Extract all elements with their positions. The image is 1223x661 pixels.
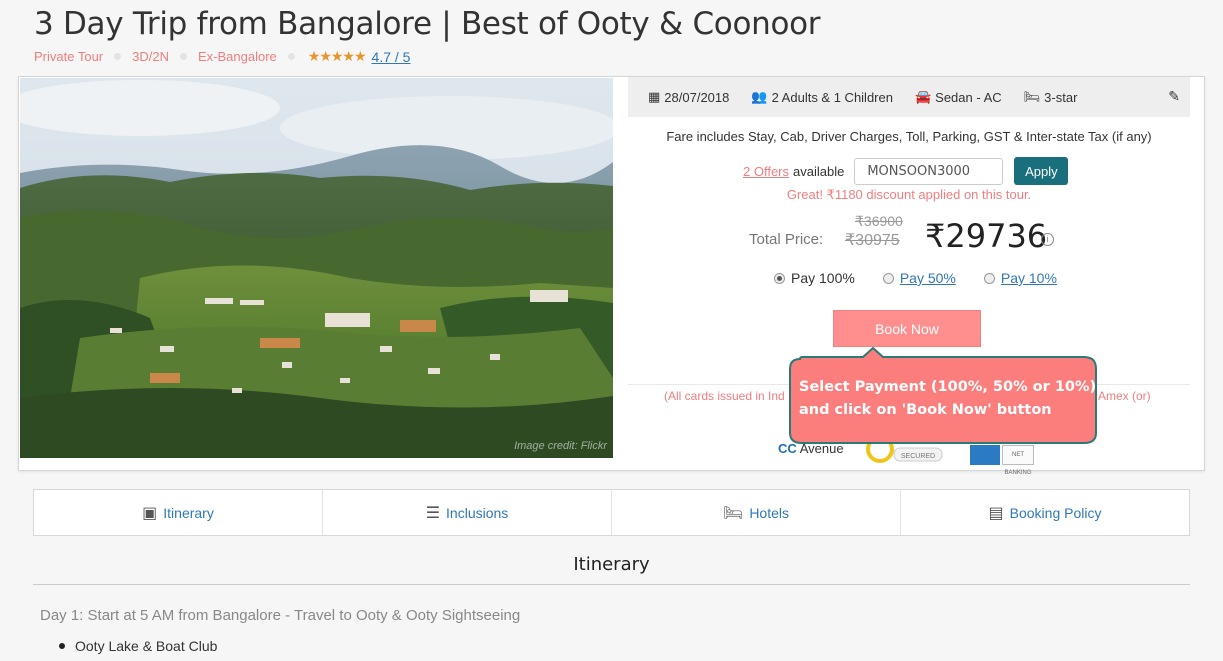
- bed-icon: 🛏: [1023, 89, 1041, 104]
- trip-travellers: 👥 2 Adults & 1 Children: [751, 89, 893, 105]
- trip-date: ▦ 28/07/2018: [648, 89, 730, 105]
- cards-note-left: (All cards issued in Ind: [664, 389, 785, 403]
- separator-dot: [114, 53, 122, 60]
- pay-option-50[interactable]: Pay 50%: [882, 270, 956, 286]
- previous-price: ₹30975: [845, 232, 900, 249]
- pay-option-10[interactable]: Pay 10%: [983, 270, 1057, 286]
- total-price-label: Total Price:: [749, 231, 824, 248]
- tab-inclusions[interactable]: ☰ Inclusions: [323, 490, 612, 535]
- tag-private-tour: Private Tour: [34, 49, 104, 64]
- destination-photo: Image credit: Flickr: [20, 78, 613, 458]
- tag-duration: 3D/2N: [132, 49, 169, 64]
- trip-tags: Private Tour 3D/2N Ex-Bangalore ★★★★★ 4.…: [34, 48, 410, 65]
- info-icon[interactable]: i: [1041, 233, 1054, 246]
- trip-hotel: 🛏 3-star: [1023, 89, 1078, 105]
- callout-text: Select Payment (100%, 50% or 10%) and cl…: [799, 379, 1097, 418]
- calendar-icon: ▦: [648, 89, 661, 104]
- document-icon: ▤: [988, 504, 1004, 522]
- discount-message: Great! ₹1180 discount applied on this to…: [786, 187, 1032, 202]
- trip-car: 🚘 Sedan - AC: [914, 89, 1002, 105]
- offers-link[interactable]: 2 Offers: [743, 164, 789, 179]
- price-row: Total Price: ₹36900 ₹30975 ₹29736 i: [749, 213, 1089, 255]
- separator-dot: [180, 53, 187, 60]
- day-activity-list: Ooty Lake & Boat Club: [57, 636, 217, 658]
- photo-credit: Image credit: Flickr: [514, 440, 607, 452]
- offers-suffix: available: [793, 163, 845, 179]
- trip-info-bar: ▦ 28/07/2018 👥 2 Adults & 1 Children 🚘 S…: [628, 77, 1190, 117]
- tab-booking-policy[interactable]: ▤ Booking Policy: [901, 490, 1189, 535]
- pay-option-100[interactable]: Pay 100%: [774, 270, 855, 286]
- radio-icon[interactable]: [983, 272, 995, 284]
- radio-selected-icon[interactable]: [774, 272, 785, 284]
- separator-dot: [287, 53, 295, 60]
- detail-tabs: ▣ Itinerary ☰ Inclusions 🛏 Hotels ▤ Book…: [33, 489, 1190, 536]
- payment-options: Pay 100% Pay 50% Pay 10%: [774, 270, 1085, 286]
- list-item: Ooty Lake & Boat Club: [57, 636, 217, 658]
- svg-text:SECURED: SECURED: [901, 453, 935, 460]
- calendar-icon: ▣: [142, 504, 158, 522]
- checklist-icon: ☰: [425, 504, 441, 522]
- tag-origin: Ex-Bangalore: [198, 49, 277, 64]
- section-divider: [33, 584, 1190, 585]
- cards-note-right: Amex (or): [1098, 389, 1151, 403]
- tab-itinerary[interactable]: ▣ Itinerary: [34, 490, 323, 535]
- edit-icon[interactable]: ✎: [1168, 88, 1180, 105]
- car-icon: 🚘: [914, 89, 932, 104]
- section-title: Itinerary: [573, 554, 650, 575]
- tab-hotels[interactable]: 🛏 Hotels: [612, 490, 901, 535]
- apply-button[interactable]: Apply: [1014, 157, 1069, 185]
- star-rating-icon: ★★★★★: [307, 48, 367, 64]
- final-price: ₹29736: [925, 217, 1048, 255]
- radio-icon[interactable]: [882, 272, 894, 284]
- book-now-button[interactable]: Book Now: [833, 310, 981, 347]
- rating-link[interactable]: 4.7 / 5: [372, 49, 411, 65]
- coupon-input[interactable]: [854, 157, 1004, 185]
- day-title: Day 1: Start at 5 AM from Bangalore - Tr…: [40, 607, 521, 624]
- offers-row: 2 Offers available Apply: [743, 157, 1069, 185]
- page-title: 3 Day Trip from Bangalore | Best of Ooty…: [34, 6, 821, 42]
- netbanking-logo: NET BANKING: [1002, 445, 1034, 476]
- original-price: ₹36900: [855, 213, 903, 229]
- bed-icon: 🛏: [723, 504, 744, 522]
- amex-logo-icon: [970, 445, 1000, 465]
- users-icon: 👥: [751, 89, 768, 104]
- fare-includes-note: Fare includes Stay, Cab, Driver Charges,…: [666, 129, 1152, 144]
